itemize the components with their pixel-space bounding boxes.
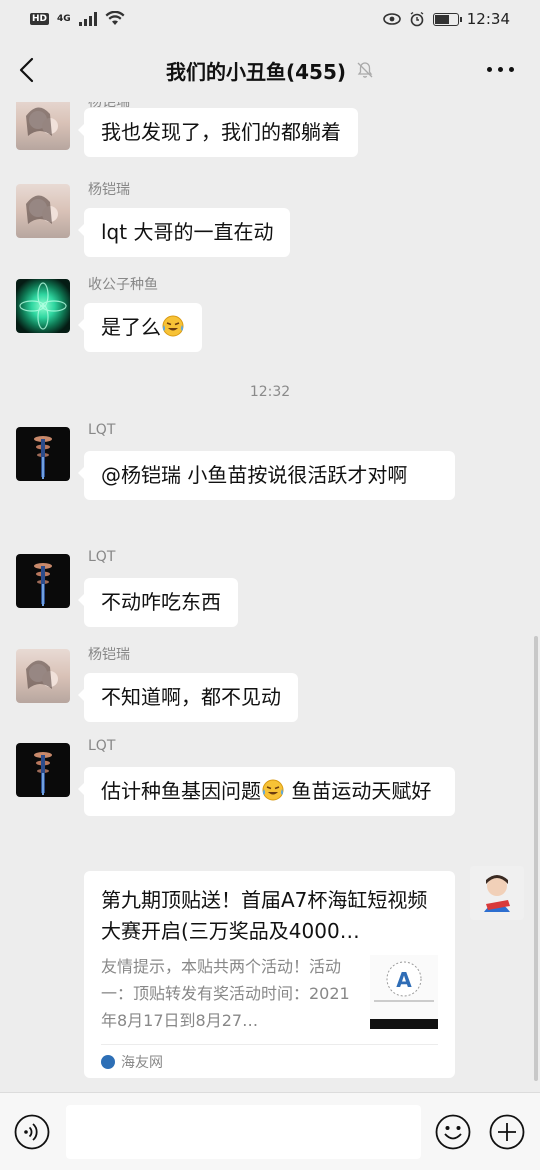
chat-title: 我们的小丑鱼(455) <box>165 59 347 84</box>
message-text: 不知道啊，都不见动 <box>101 685 281 709</box>
message-bubble[interactable]: lqt 大哥的一直在动 <box>77 208 291 257</box>
svg-text:A: A <box>396 968 412 992</box>
sender-name: 杨铠瑞 <box>88 182 130 198</box>
card-thumbnail: A <box>370 955 438 1029</box>
source-logo-icon <box>101 1054 115 1069</box>
card-title: 第九期顶贴送！首届A7杯海缸短视频大赛开启(三万奖品及4000… <box>101 888 428 943</box>
message-text: lqt 大哥的一直在动 <box>101 220 274 244</box>
sender-name: LQT <box>88 549 116 565</box>
self-avatar[interactable] <box>470 866 524 920</box>
chat-header: 我们的小丑鱼(455) <box>0 38 540 102</box>
message-text: 不动咋吃东西 <box>101 590 221 614</box>
message-bubble[interactable]: 不知道啊，都不见动 <box>78 673 298 722</box>
message-text: 我也发现了，我们的都躺着 <box>101 120 341 144</box>
avatar[interactable] <box>16 184 70 238</box>
avatar[interactable] <box>16 743 70 797</box>
shared-link-card[interactable]: 第九期顶贴送！首届A7杯海缸短视频大赛开启(三万奖品及4000… 友情提示，本贴… <box>84 871 455 1078</box>
signal-icon <box>78 12 97 26</box>
status-time: 12:34 <box>466 10 510 28</box>
plus-icon[interactable] <box>489 1114 525 1150</box>
voice-input-icon[interactable] <box>14 1114 50 1150</box>
sender-name: LQT <box>88 738 116 754</box>
emoji-icon[interactable] <box>435 1114 471 1150</box>
avatar[interactable] <box>16 427 70 481</box>
status-bar: HD 4G 12:34 <box>0 0 540 38</box>
alarm-icon <box>410 11 424 27</box>
chat-area[interactable]: 杨铠瑞 我也发现了，我们的都躺着 杨铠瑞 lqt 大哥的一直在动 收公子种鱼 是… <box>0 102 540 1092</box>
sender-name: 杨铠瑞 <box>88 647 130 663</box>
card-description: 友情提示，本贴共两个活动！活动一：顶贴转发有奖活动时间：2021年8月17日到8… <box>101 957 350 1030</box>
timestamp: 12:32 <box>249 384 291 400</box>
sender-name: LQT <box>88 422 116 438</box>
back-arrow-icon[interactable] <box>16 56 40 84</box>
input-bar <box>0 1092 540 1170</box>
card-source: 海友网 <box>101 1044 438 1078</box>
message-text: @杨铠瑞 小鱼苗按说很活跃才对啊 <box>101 463 408 487</box>
wifi-icon <box>105 11 125 25</box>
laugh-cry-emoji-icon <box>162 315 184 337</box>
message-text: 估计种鱼基因问题 <box>101 779 261 803</box>
message-bubble[interactable]: @杨铠瑞 小鱼苗按说很活跃才对啊 <box>78 451 455 500</box>
message-text: 是了么 <box>101 315 161 339</box>
message-bubble[interactable]: 是了么 <box>78 303 202 352</box>
avatar[interactable] <box>16 554 70 608</box>
scrollbar[interactable] <box>534 636 538 1081</box>
avatar[interactable] <box>16 102 70 150</box>
card-source-name: 海友网 <box>121 1054 163 1071</box>
laugh-cry-emoji-icon <box>262 779 284 801</box>
message-bubble[interactable]: 估计种鱼基因问题 鱼苗运动天赋好 <box>78 767 455 816</box>
message-text: 鱼苗运动天赋好 <box>285 779 432 803</box>
avatar[interactable] <box>16 279 70 333</box>
more-options-icon[interactable] <box>487 67 514 72</box>
sender-name: 收公子种鱼 <box>88 277 158 293</box>
eye-icon <box>382 13 401 25</box>
hd-badge: HD <box>30 13 50 25</box>
message-bubble[interactable]: 我也发现了，我们的都躺着 <box>78 108 358 157</box>
network-label: 4G <box>57 14 71 24</box>
message-input[interactable] <box>66 1105 421 1159</box>
message-bubble[interactable]: 不动咋吃东西 <box>78 578 238 627</box>
battery-icon <box>432 12 462 26</box>
mute-bell-icon <box>357 62 373 78</box>
avatar[interactable] <box>16 649 70 703</box>
